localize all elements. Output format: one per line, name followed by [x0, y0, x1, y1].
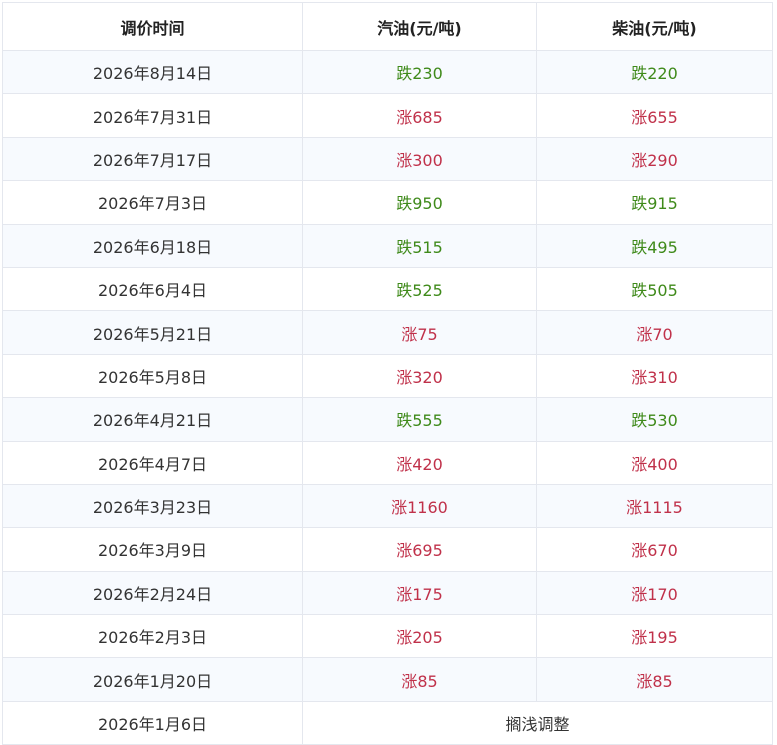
cell-gasoline: 跌230: [302, 49, 537, 95]
cell-date: 2026年3月9日: [2, 527, 303, 572]
cell-diesel: 涨670: [536, 527, 773, 572]
cell-gasoline: 跌555: [302, 397, 537, 442]
cell-date: 2026年7月31日: [2, 93, 303, 138]
cell-date: 2026年5月8日: [2, 353, 303, 399]
cell-gasoline: 涨300: [302, 136, 537, 182]
table-header: 调价时间 汽油(元/吨) 柴油(元/吨): [2, 2, 773, 51]
cell-date: 2026年7月3日: [2, 180, 303, 225]
header-row: 调价时间 汽油(元/吨) 柴油(元/吨): [2, 2, 773, 51]
cell-date: 2026年8月14日: [2, 49, 303, 95]
cell-diesel: 涨290: [536, 136, 773, 182]
table-row: 2026年3月23日 涨1160 涨1115: [2, 483, 773, 529]
cell-date: 2026年1月6日: [2, 700, 303, 745]
cell-gasoline: 跌950: [302, 180, 537, 225]
price-adjustment-table-container: 调价时间 汽油(元/吨) 柴油(元/吨) 2026年8月14日 跌230 跌22…: [0, 0, 777, 745]
cell-diesel: 跌220: [536, 49, 773, 95]
table-row: 2026年3月9日 涨695 涨670: [2, 527, 773, 572]
table-row: 2026年5月21日 涨75 涨70: [2, 310, 773, 355]
header-date: 调价时间: [2, 2, 303, 51]
cell-gasoline: 涨1160: [302, 483, 537, 529]
table-row: 2026年6月18日 跌515 跌495: [2, 223, 773, 268]
table-row: 2026年4月21日 跌555 跌530: [2, 397, 773, 442]
cell-gasoline: 跌525: [302, 266, 537, 312]
table-row: 2026年1月6日 搁浅调整: [2, 700, 773, 745]
cell-diesel: 跌495: [536, 223, 773, 268]
table-row: 2026年7月31日 涨685 涨655: [2, 93, 773, 138]
price-adjustment-table: 调价时间 汽油(元/吨) 柴油(元/吨) 2026年8月14日 跌230 跌22…: [2, 2, 773, 745]
cell-date: 2026年6月4日: [2, 266, 303, 312]
table-row: 2026年1月20日 涨85 涨85: [2, 657, 773, 702]
cell-diesel: 涨655: [536, 93, 773, 138]
cell-diesel: 涨70: [536, 310, 773, 355]
cell-diesel: 涨1115: [536, 483, 773, 529]
cell-gasoline: 涨205: [302, 614, 537, 659]
cell-date: 2026年1月20日: [2, 657, 303, 702]
cell-gasoline: 涨420: [302, 440, 537, 485]
cell-date: 2026年2月24日: [2, 570, 303, 616]
table-row: 2026年4月7日 涨420 涨400: [2, 440, 773, 485]
cell-gasoline: 涨85: [302, 657, 537, 702]
cell-diesel: 涨310: [536, 353, 773, 399]
cell-date: 2026年4月7日: [2, 440, 303, 485]
cell-diesel: 涨400: [536, 440, 773, 485]
table-body: 2026年8月14日 跌230 跌220 2026年7月31日 涨685 涨65…: [2, 49, 773, 745]
cell-gasoline: 跌515: [302, 223, 537, 268]
cell-date: 2026年3月23日: [2, 483, 303, 529]
table-row: 2026年6月4日 跌525 跌505: [2, 266, 773, 312]
cell-gasoline: 涨320: [302, 353, 537, 399]
cell-date: 2026年5月21日: [2, 310, 303, 355]
table-row: 2026年2月3日 涨205 涨195: [2, 614, 773, 659]
cell-diesel: 涨85: [536, 657, 773, 702]
cell-date: 2026年7月17日: [2, 136, 303, 182]
cell-date: 2026年6月18日: [2, 223, 303, 268]
header-gasoline: 汽油(元/吨): [302, 2, 537, 51]
cell-gasoline: 涨175: [302, 570, 537, 616]
cell-gasoline: 涨695: [302, 527, 537, 572]
table-row: 2026年8月14日 跌230 跌220: [2, 49, 773, 95]
cell-diesel: 涨170: [536, 570, 773, 616]
table-row: 2026年5月8日 涨320 涨310: [2, 353, 773, 399]
cell-date: 2026年4月21日: [2, 397, 303, 442]
cell-gasoline: 涨685: [302, 93, 537, 138]
cell-diesel: 跌915: [536, 180, 773, 225]
cell-gasoline: 涨75: [302, 310, 537, 355]
table-row: 2026年7月17日 涨300 涨290: [2, 136, 773, 182]
table-row: 2026年7月3日 跌950 跌915: [2, 180, 773, 225]
cell-merged-note: 搁浅调整: [302, 700, 773, 745]
cell-diesel: 涨195: [536, 614, 773, 659]
cell-diesel: 跌505: [536, 266, 773, 312]
header-diesel: 柴油(元/吨): [536, 2, 773, 51]
cell-diesel: 跌530: [536, 397, 773, 442]
table-row: 2026年2月24日 涨175 涨170: [2, 570, 773, 616]
cell-date: 2026年2月3日: [2, 614, 303, 659]
